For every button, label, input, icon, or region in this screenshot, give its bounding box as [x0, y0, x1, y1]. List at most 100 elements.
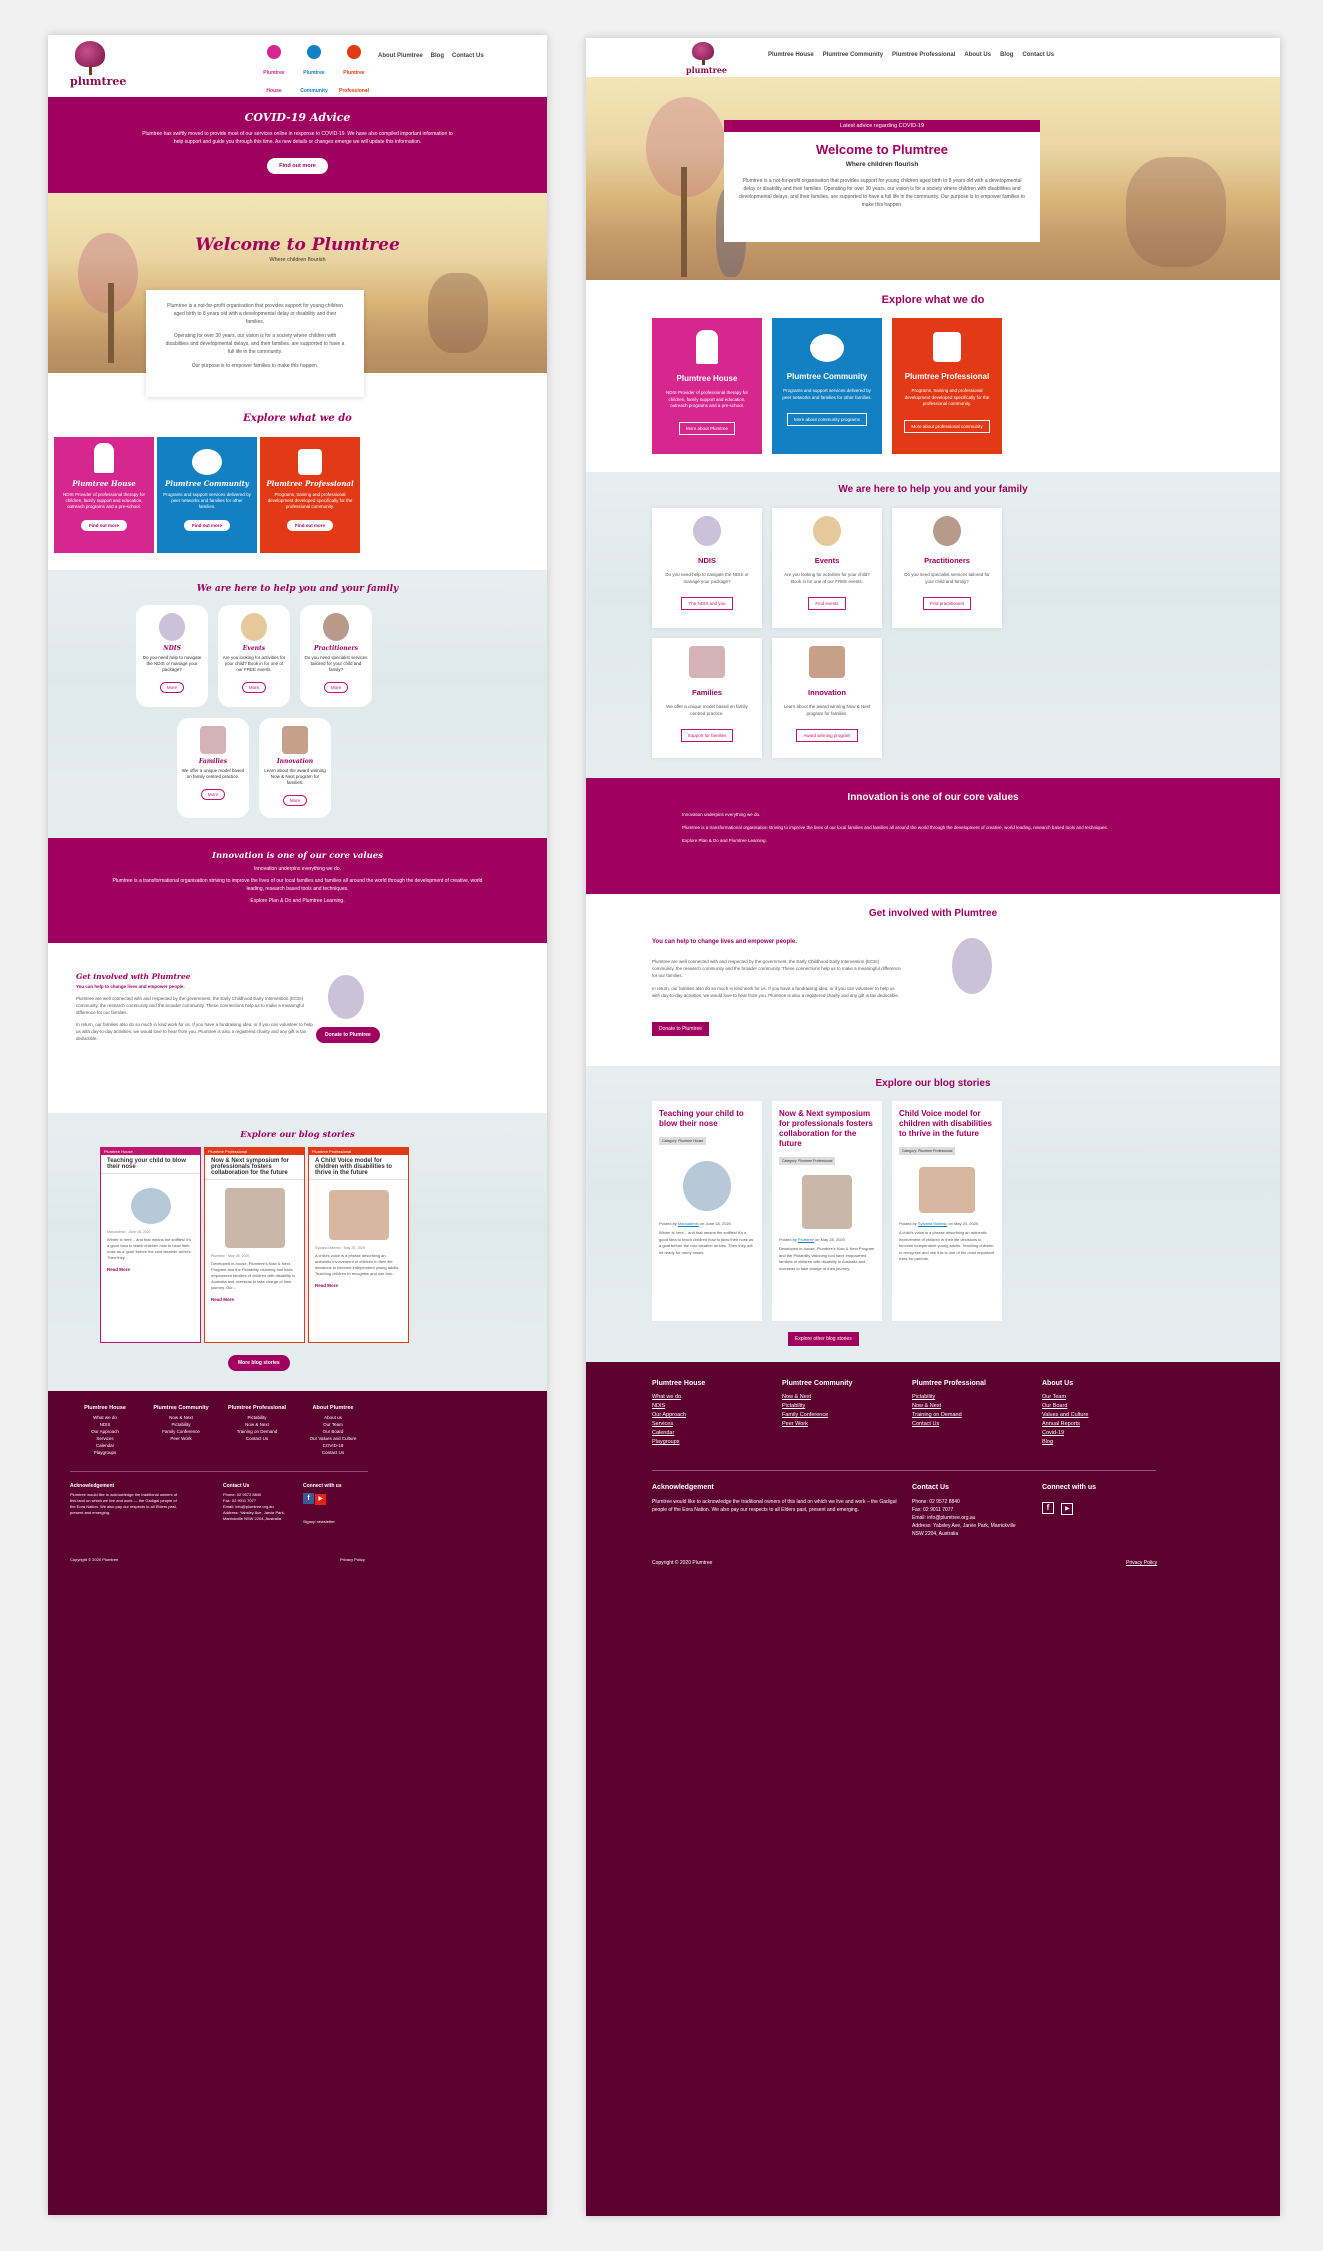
wheelchair-child-icon	[952, 938, 992, 994]
youtube-icon[interactable]: ▶	[1061, 1503, 1074, 1515]
nav-blog[interactable]: Blog	[431, 53, 444, 59]
practitioners-more-button[interactable]: More	[323, 682, 349, 693]
tree-icon	[692, 42, 714, 60]
find-practitioners-button[interactable]: Find practitioners	[922, 597, 972, 610]
explore-title: Explore what we do	[881, 294, 985, 306]
right-footer: Plumtree House What we do NDIS Our Approac…	[586, 1362, 1280, 2216]
privacy-policy-link[interactable]: Privacy Policy	[1126, 1560, 1157, 1566]
support-for-families-button[interactable]: Support for families	[680, 729, 734, 742]
more-about-plumtree-button[interactable]: More about Plumtree	[678, 421, 736, 435]
blog-card-1[interactable]: Plumtree House Teaching your child to bl…	[100, 1147, 201, 1343]
plumtree-logo[interactable]: plumtree	[686, 42, 727, 75]
events-more-button[interactable]: More	[241, 682, 267, 693]
blog-card-3[interactable]: Plumtree Professional A Child Voice mode…	[308, 1147, 409, 1343]
help-card-practitioners[interactable]: Practitioners Do you need specialist ser…	[892, 508, 1002, 628]
help-card-practitioners[interactable]: Practitioners Do you need specialist ser…	[300, 605, 372, 707]
card-plumtree-professional[interactable]: Plumtree Professional Programs, training…	[892, 318, 1002, 454]
families-icon	[689, 646, 725, 678]
more-about-community-button[interactable]: More about community programs	[786, 413, 868, 426]
families-more-button[interactable]: More	[200, 789, 226, 800]
intro-card: Plumtree is a not-for-profit organisatio…	[146, 290, 364, 397]
involved-title: Get involved with Plumtree	[868, 908, 998, 919]
blog-illustration	[328, 1190, 389, 1240]
hero-title: Welcome to Plumtree	[816, 142, 948, 157]
footer-divider	[70, 1471, 368, 1472]
nav-contact[interactable]: Contact Us	[452, 53, 484, 59]
innovation-more-button[interactable]: More	[282, 795, 308, 806]
read-more-link[interactable]: Read More	[101, 1264, 200, 1275]
help-card-families[interactable]: Families We offer a unique model based o…	[652, 638, 762, 758]
swing-icon	[696, 330, 718, 364]
house-find-out-more-button[interactable]: Find out more	[81, 520, 127, 531]
nav-contact-us[interactable]: Contact Us	[1022, 52, 1054, 58]
right-header: plumtree Plumtree House Plumtree Communi…	[586, 38, 1280, 77]
help-card-ndis[interactable]: NDIS Do you need help to navigate the ND…	[136, 605, 208, 707]
read-more-link[interactable]: Read More	[205, 1294, 304, 1305]
events-icon	[813, 516, 841, 546]
card-plumtree-professional[interactable]: Plumtree Professional Programs, training…	[260, 437, 360, 553]
help-card-innovation[interactable]: Innovation Learn about the award winning…	[772, 638, 882, 758]
plumtree-logo[interactable]: plumtree	[70, 41, 126, 88]
help-card-events[interactable]: Events Are you looking for activities fo…	[772, 508, 882, 628]
blog-card-3[interactable]: Child Voice model for children with disa…	[892, 1101, 1002, 1321]
blog-card-2[interactable]: Now & Next symposium for professionals f…	[772, 1101, 882, 1321]
tree-icon	[75, 41, 105, 67]
blog-card-1[interactable]: Teaching your child to blow their nose C…	[652, 1101, 762, 1321]
more-blog-stories-button[interactable]: More blog stories	[228, 1355, 290, 1371]
find-events-button[interactable]: Find events	[808, 597, 846, 610]
help-card-families[interactable]: Families We offer a unique model based o…	[177, 718, 249, 818]
facebook-icon[interactable]: f	[303, 1493, 314, 1504]
nav-plumtree-house[interactable]: Plumtree House	[258, 45, 290, 97]
nav-plumtree-professional[interactable]: Plumtree Professional	[892, 52, 955, 58]
professional-icon	[933, 332, 961, 362]
nav-plumtree-house[interactable]: Plumtree House	[768, 52, 814, 58]
professional-find-out-more-button[interactable]: Find out more	[287, 520, 333, 531]
blog-illustration	[919, 1167, 975, 1213]
involved-section: Get involved with Plumtree You can help …	[76, 972, 313, 1041]
community-find-out-more-button[interactable]: Find out more	[184, 520, 230, 531]
professional-icon	[298, 449, 322, 475]
card-plumtree-community[interactable]: Plumtree Community Programs and support …	[157, 437, 257, 553]
left-header: plumtree Plumtree House Plumtree Communi…	[48, 35, 547, 97]
nav-plumtree-community[interactable]: Plumtree Community	[298, 45, 330, 97]
children-illustration	[428, 273, 488, 353]
blog-illustration	[224, 1188, 285, 1248]
ndis-and-you-button[interactable]: The NDIS and you	[681, 597, 733, 610]
practitioner-icon	[933, 516, 961, 546]
help-card-events[interactable]: Events Are you looking for activities fo…	[218, 605, 290, 707]
practitioner-icon	[323, 613, 349, 641]
welcome-card: Latest advice regarding COVID-19 Welcome…	[724, 120, 1040, 242]
read-more-link[interactable]: Read More	[309, 1280, 408, 1291]
nav-plumtree-professional[interactable]: Plumtree Professional	[338, 45, 370, 97]
explore-title: Explore what we do	[243, 413, 352, 424]
covid-banner-link[interactable]: Latest advice regarding COVID-19	[724, 120, 1040, 132]
youtube-icon[interactable]: ▶	[315, 1494, 327, 1505]
card-plumtree-house[interactable]: Plumtree House NDIS Provider of professi…	[652, 318, 762, 454]
blog-card-2[interactable]: Plumtree Professional Now & Next symposi…	[204, 1147, 305, 1343]
footer-connect: Connect with us f ▶	[1042, 1484, 1096, 1515]
nav-about[interactable]: About Plumtree	[378, 53, 423, 59]
explore-blog-stories-button[interactable]: Explore other blog stories	[788, 1332, 859, 1346]
donate-button[interactable]: Donate to Plumtree	[316, 1027, 380, 1043]
facebook-icon[interactable]: f	[1042, 1502, 1054, 1514]
privacy-policy-link[interactable]: Privacy Policy	[340, 1557, 365, 1562]
nav-about-us[interactable]: About Us	[964, 52, 991, 58]
left-footer: Plumtree House What we do NDIS Our Approac…	[48, 1391, 547, 2215]
footer-col-professional: Plumtree Professional Pictability Now & N…	[227, 1405, 287, 1441]
donate-button[interactable]: Donate to Plumtree	[652, 1022, 710, 1036]
ndis-more-button[interactable]: More	[159, 682, 185, 693]
innovation-icon	[809, 646, 845, 678]
help-card-ndis[interactable]: NDIS Do you need help to navigate the ND…	[652, 508, 762, 628]
footer-col-about: About Plumtree About us Our Team Our Board…	[309, 1405, 357, 1455]
card-plumtree-house[interactable]: Plumtree House NDIS Provider of professi…	[54, 437, 154, 553]
award-winning-program-button[interactable]: Award winning program	[796, 729, 858, 742]
innovation-section: Innovation is one of our core values Inn…	[586, 778, 1280, 894]
nav-plumtree-community[interactable]: Plumtree Community	[823, 52, 883, 58]
covid-find-out-more-button[interactable]: Find out more	[267, 158, 328, 174]
nav-blog[interactable]: Blog	[1000, 52, 1013, 58]
more-about-professional-button[interactable]: More about professional community	[904, 419, 990, 433]
card-plumtree-community[interactable]: Plumtree Community Programs and support …	[772, 318, 882, 454]
help-card-innovation[interactable]: Innovation Learn about the award winning…	[259, 718, 331, 818]
wheelchair-child-icon	[159, 613, 185, 641]
newsletter-link[interactable]: Signup newsletter	[303, 1519, 373, 1524]
